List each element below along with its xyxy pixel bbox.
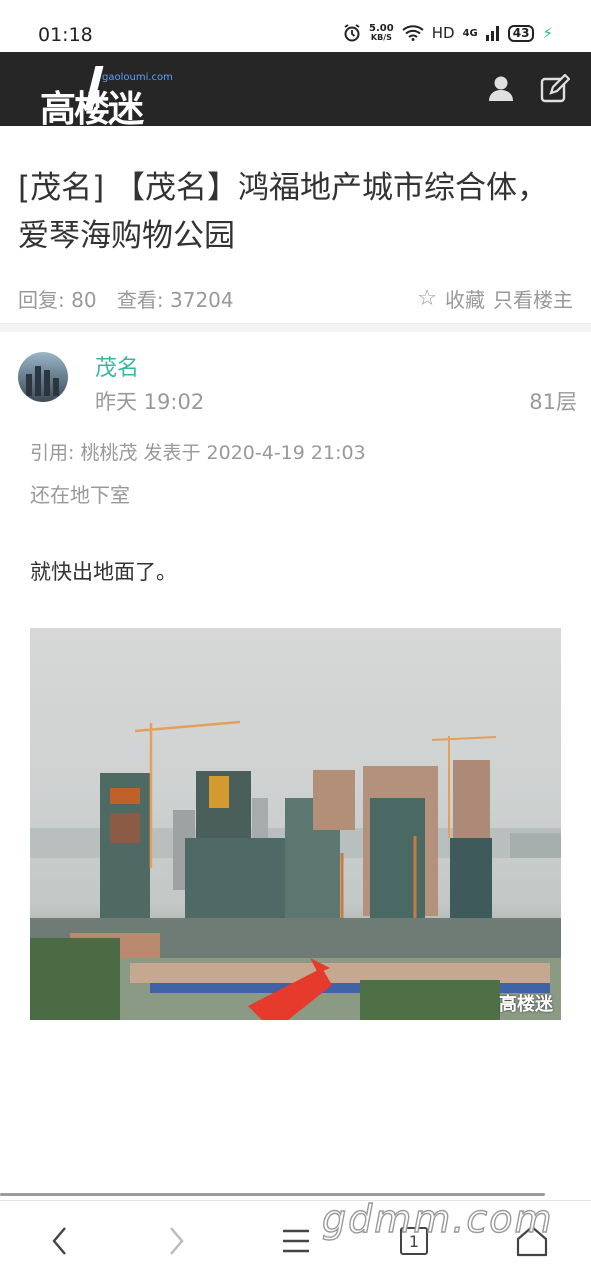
signal-label: 4G [462, 27, 478, 39]
forward-button[interactable] [152, 1219, 200, 1263]
site-header: 高楼迷 gaoloumi.com [0, 52, 591, 130]
quote-body: 还在地下室 [30, 483, 130, 507]
section-divider [0, 324, 591, 332]
thread-actions: ☆ 收藏 只看楼主 [417, 284, 573, 313]
star-icon[interactable]: ☆ [417, 286, 437, 311]
forward-icon [170, 1227, 184, 1255]
post-floor: 81层 [529, 390, 577, 414]
site-watermark: gdmm.com [321, 1196, 554, 1241]
menu-icon [283, 1229, 309, 1253]
back-icon [52, 1227, 66, 1255]
post-image[interactable]: 高楼迷 [30, 628, 561, 1020]
alarm-icon [344, 24, 360, 42]
status-time: 01:18 [38, 24, 93, 46]
post-author[interactable]: 茂名 [95, 350, 139, 382]
user-icon[interactable] [486, 74, 516, 104]
battery-level: 43 [507, 24, 535, 42]
back-button[interactable] [36, 1219, 84, 1263]
hd-label: HD [431, 24, 455, 42]
status-icons: 5.00 KB/S HD 4G 43 ⚡ [343, 24, 553, 42]
signal-icon [485, 26, 499, 41]
quote-block: 引用: 桃桃茂 发表于 2020-4-19 21:03 还在地下室 [30, 438, 570, 508]
favorite-button[interactable]: 收藏 [445, 284, 485, 313]
status-bar: 01:18 5.00 KB/S HD 4G 43 ⚡ [0, 0, 591, 52]
image-watermark: 高楼迷 [499, 994, 553, 1015]
quote-header: 引用: 桃桃茂 发表于 2020-4-19 21:03 [30, 442, 366, 464]
thread-title: [茂名] 【茂名】鸿福地产城市综合体，爱琴海购物公园 [18, 170, 549, 254]
reply-count: 回复: 80 [18, 288, 97, 312]
thread-stats: 回复: 80 查看: 37204 [18, 284, 234, 313]
logo-text: 高楼迷 [40, 89, 144, 130]
site-logo[interactable]: 高楼迷 gaoloumi.com [38, 60, 188, 130]
construction-photo [30, 720, 561, 1020]
only-author-button[interactable]: 只看楼主 [493, 284, 573, 313]
edit-icon[interactable] [540, 74, 570, 104]
horizontal-scrollbar[interactable] [0, 1193, 545, 1196]
net-speed: 5.00 KB/S [369, 23, 394, 43]
post-content: 就快出地面了。 [30, 560, 177, 584]
view-count: 查看: 37204 [116, 288, 234, 312]
thread-title-card: [茂名] 【茂名】鸿福地产城市综合体，爱琴海购物公园 回复: 80 查看: 37… [0, 138, 591, 324]
avatar[interactable] [18, 352, 68, 402]
charging-icon: ⚡ [542, 24, 553, 42]
menu-button[interactable] [272, 1219, 320, 1263]
logo-url: gaoloumi.com [102, 72, 173, 83]
wifi-icon [402, 25, 424, 41]
post-time: 昨天 19:02 [95, 390, 205, 414]
